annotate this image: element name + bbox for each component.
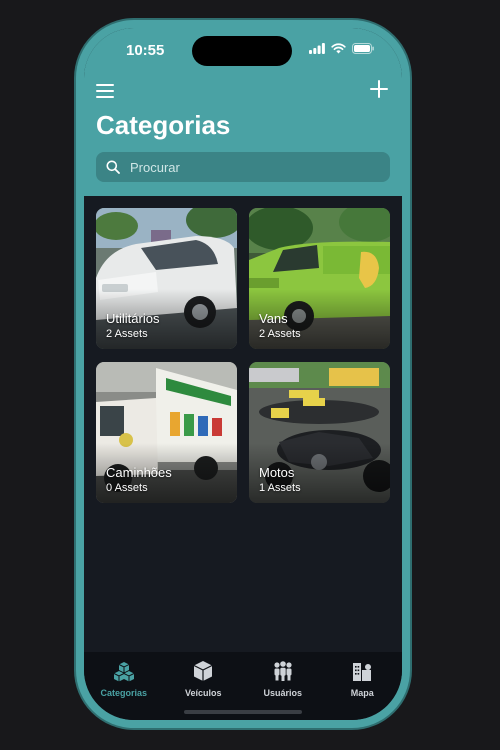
status-icons xyxy=(309,43,374,54)
menu-icon[interactable] xyxy=(96,82,116,100)
search-input[interactable] xyxy=(128,158,372,176)
battery-icon xyxy=(352,43,374,54)
phone-frame: 10:55 Categorias Procurar Utilitários 2 … xyxy=(76,20,410,728)
tab-mapa[interactable]: Mapa xyxy=(323,652,403,720)
category-count: 2 Assets xyxy=(106,328,148,340)
category-count: 2 Assets xyxy=(259,328,301,340)
city-icon xyxy=(353,663,372,681)
category-count: 0 Assets xyxy=(106,482,148,494)
add-icon[interactable] xyxy=(368,78,390,100)
status-time: 10:55 xyxy=(126,42,165,59)
cubes-icon xyxy=(113,662,134,682)
category-card-vans[interactable]: Vans 2 Assets xyxy=(249,208,390,349)
box-icon xyxy=(193,661,213,681)
users-icon xyxy=(274,661,292,681)
dynamic-island xyxy=(192,36,292,66)
tab-label: Categorias xyxy=(100,688,148,698)
category-card-motos[interactable]: Motos 1 Assets xyxy=(249,362,390,503)
category-card-utilitarios[interactable]: Utilitários 2 Assets xyxy=(96,208,237,349)
wifi-icon xyxy=(331,43,346,54)
category-count: 1 Assets xyxy=(259,482,301,494)
header: 10:55 Categorias Procurar xyxy=(84,28,402,196)
tab-categorias[interactable]: Categorias xyxy=(84,652,164,720)
category-name: Vans xyxy=(259,311,288,326)
tab-label: Veículos xyxy=(184,688,222,698)
category-name: Caminhões xyxy=(106,465,172,480)
category-grid: Utilitários 2 Assets Vans 2 Assets Camin… xyxy=(96,208,390,503)
tab-bar: Categorias Veículos Usuários Mapa xyxy=(84,652,402,720)
tab-label: Usuários xyxy=(263,688,302,698)
home-indicator xyxy=(184,710,302,714)
signal-icon xyxy=(309,43,325,54)
search-bar[interactable] xyxy=(96,152,390,182)
category-name: Utilitários xyxy=(106,311,160,326)
search-icon xyxy=(106,160,120,174)
tab-label: Mapa xyxy=(350,688,374,698)
category-card-caminhoes[interactable]: Caminhões 0 Assets xyxy=(96,362,237,503)
category-name: Motos xyxy=(259,465,295,480)
page-title: Categorias xyxy=(96,110,231,140)
app-screen: 10:55 Categorias Procurar Utilitários 2 … xyxy=(84,28,402,720)
